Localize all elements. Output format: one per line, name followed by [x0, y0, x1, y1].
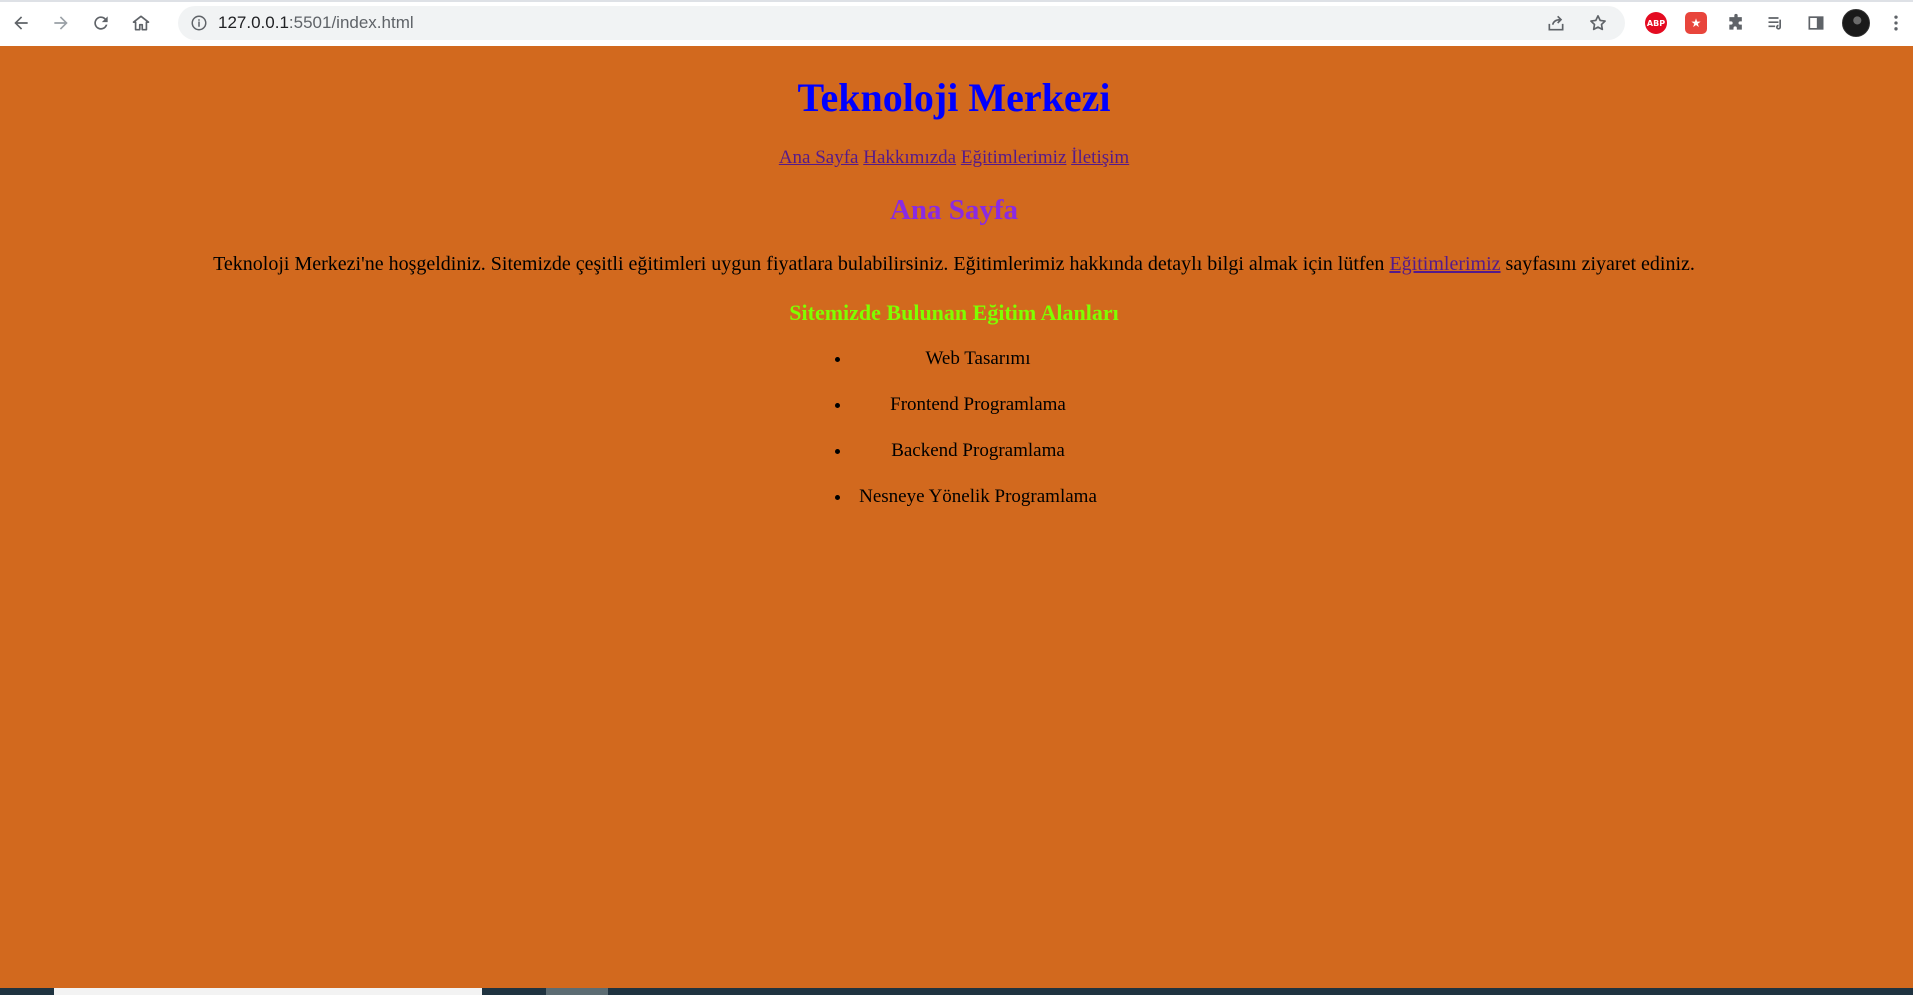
- section-title: Ana Sayfa: [889, 194, 1019, 226]
- browser-toolbar: 127.0.0.1:5501/index.html ABP ★: [0, 0, 1913, 46]
- areas-list: Web Tasarımı Frontend Programlama Backen…: [852, 346, 1104, 530]
- star-icon: [1590, 15, 1606, 31]
- arrow-right-icon: [54, 16, 68, 30]
- site-info-icon[interactable]: [190, 14, 208, 32]
- nav-link-iletisim[interactable]: İletişim: [1071, 147, 1129, 168]
- more-vertical-icon: [1894, 15, 1898, 31]
- intro-text-before: Teknoloji Merkezi'ne hoşgeldiniz. Sitemi…: [213, 253, 1390, 275]
- profile-button[interactable]: [1839, 6, 1873, 40]
- url-host: 127.0.0.1: [218, 13, 289, 32]
- reload-icon: [94, 16, 108, 30]
- home-icon: [132, 15, 150, 31]
- media-control-button[interactable]: [1759, 6, 1793, 40]
- list-item: Nesneye Yönelik Programlama: [852, 484, 1104, 530]
- intro-link-egitimlerimiz[interactable]: Eğitimlerimiz: [1389, 253, 1500, 275]
- main-nav: Ana Sayfa Hakkımızda Eğitimlerimiz İleti…: [0, 147, 1908, 169]
- nav-link-hakkimizda[interactable]: Hakkımızda: [863, 147, 956, 168]
- address-bar-actions: [1539, 6, 1615, 40]
- url-text[interactable]: 127.0.0.1:5501/index.html: [218, 13, 1539, 33]
- extensions-area: ABP ★: [1639, 6, 1913, 40]
- share-icon: [1548, 15, 1564, 31]
- arrow-left-icon: [14, 16, 28, 30]
- list-item: Frontend Programlama: [852, 392, 1104, 438]
- avatar: [1842, 9, 1870, 37]
- url-path: :5501/index.html: [288, 13, 414, 32]
- taskbar: [0, 988, 1913, 995]
- forward-button[interactable]: [44, 6, 78, 40]
- side-panel-icon: [1808, 16, 1824, 30]
- puzzle-icon: [1729, 13, 1742, 30]
- address-bar[interactable]: 127.0.0.1:5501/index.html: [178, 6, 1625, 40]
- nav-link-ana-sayfa[interactable]: Ana Sayfa: [779, 147, 859, 168]
- taskbar-item[interactable]: [546, 988, 608, 995]
- areas-title: Sitemizde Bulunan Eğitim Alanları: [789, 300, 1119, 325]
- intro-text-after: sayfasını ziyaret ediniz.: [1500, 253, 1695, 275]
- bookmark-button[interactable]: [1581, 6, 1615, 40]
- nav-link-egitimlerimiz[interactable]: Eğitimlerimiz: [961, 147, 1067, 168]
- list-item: Web Tasarımı: [852, 346, 1104, 392]
- list-item: Backend Programlama: [852, 438, 1104, 484]
- extension-icon: ★: [1685, 12, 1707, 34]
- adblock-extension-button[interactable]: ABP: [1639, 6, 1673, 40]
- reload-button[interactable]: [84, 6, 118, 40]
- intro-paragraph: Teknoloji Merkezi'ne hoşgeldiniz. Sitemi…: [0, 253, 1908, 276]
- site-title: Teknoloji Merkezi: [797, 75, 1111, 120]
- nav-buttons: [4, 6, 158, 40]
- share-button[interactable]: [1539, 6, 1573, 40]
- back-button[interactable]: [4, 6, 38, 40]
- tab-strip: [0, 0, 1913, 2]
- taskbar-item[interactable]: [54, 988, 482, 995]
- home-button[interactable]: [124, 6, 158, 40]
- extensions-menu-button[interactable]: [1719, 6, 1753, 40]
- extension-button[interactable]: ★: [1679, 6, 1713, 40]
- playlist-icon: [1768, 17, 1781, 30]
- abp-icon: ABP: [1645, 12, 1667, 34]
- menu-button[interactable]: [1879, 6, 1913, 40]
- page-content: Teknoloji Merkezi Ana Sayfa Hakkımızda E…: [0, 46, 1913, 988]
- side-panel-button[interactable]: [1799, 6, 1833, 40]
